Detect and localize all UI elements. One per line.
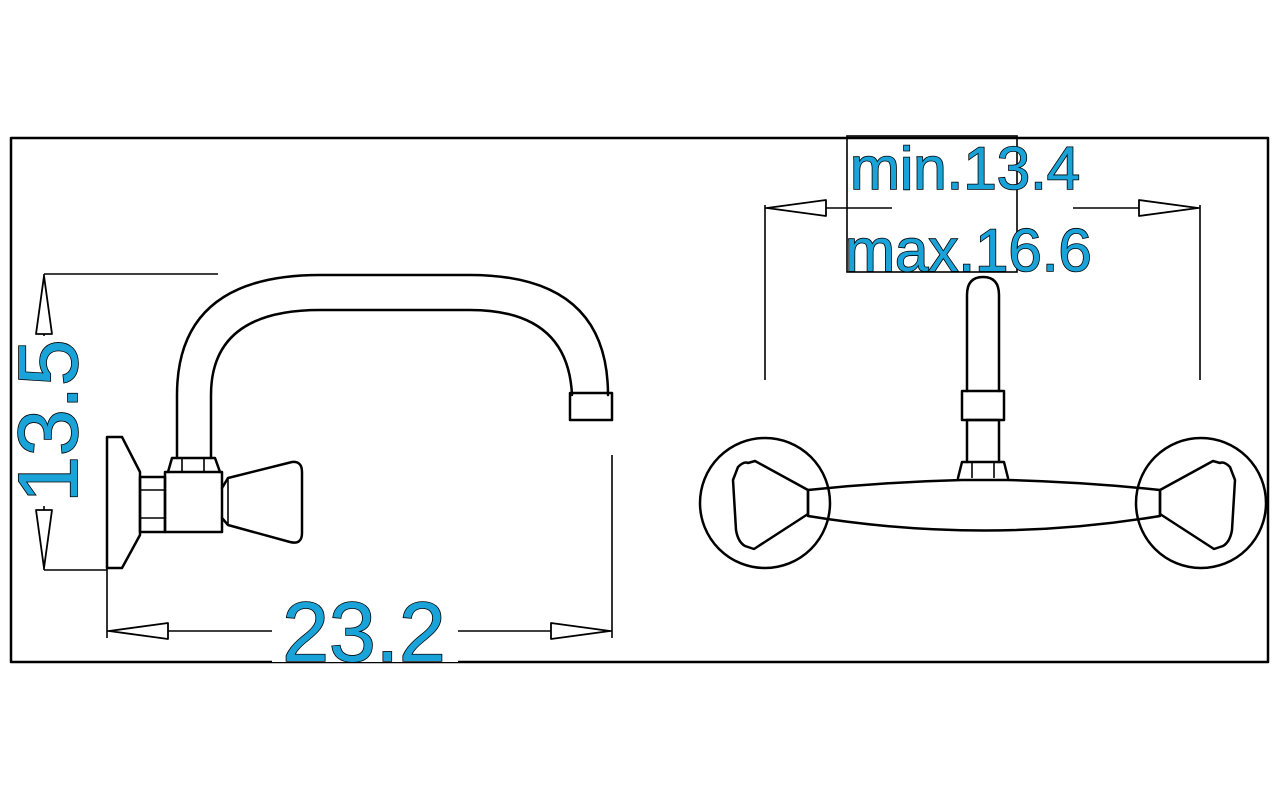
aerator [568, 391, 614, 422]
spout-collar [960, 389, 1006, 422]
spacing-arrow-left [766, 199, 827, 217]
width-arrow-right [550, 622, 611, 640]
front-view: min.13.4 max.16.6 [698, 134, 1268, 570]
spout-nut [166, 456, 222, 474]
spacing-max-label: max.16.6 [845, 217, 1092, 284]
spout-outer [175, 273, 610, 460]
height-arrow-bottom [35, 509, 53, 569]
spacing-arrow-right [1138, 199, 1199, 217]
left-handle [731, 459, 810, 551]
height-dimension-label: 13.5 [1, 339, 95, 503]
right-handle [1158, 459, 1237, 551]
side-hex-nut [138, 475, 167, 534]
right-flange [1134, 436, 1268, 570]
side-view: 13.5 23.2 [0, 273, 614, 680]
body-bar [806, 478, 1162, 532]
side-lever-handle [220, 460, 304, 544]
height-arrow-top [35, 275, 53, 335]
center-nut [956, 460, 1010, 480]
spout-stem [965, 418, 1001, 464]
spacing-min-label: min.13.4 [850, 135, 1080, 202]
valve-body [163, 470, 224, 534]
width-dimension-label: 23.2 [282, 585, 446, 679]
spout-inner [209, 308, 574, 460]
wall-flange [105, 435, 142, 570]
left-flange [698, 436, 832, 570]
faucet-technical-drawing: 13.5 23.2 min.13.4 max.16.6 [0, 134, 1270, 680]
width-arrow-left [108, 622, 169, 640]
spout-front [965, 275, 1001, 393]
